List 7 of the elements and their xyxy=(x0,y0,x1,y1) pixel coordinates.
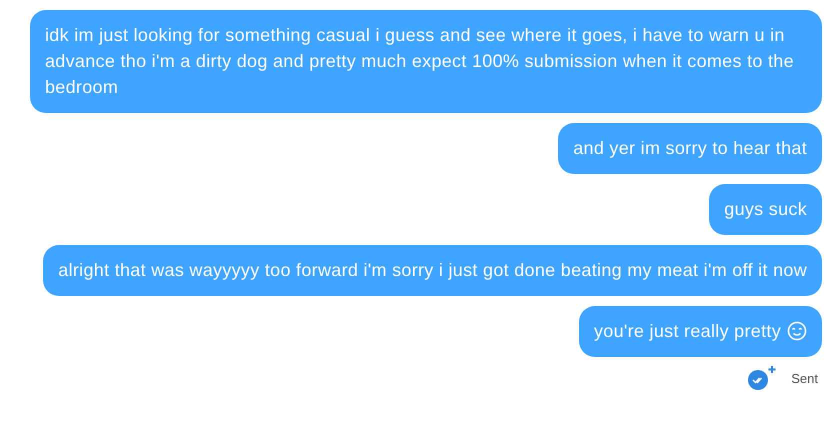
status-text: Sent xyxy=(791,370,818,386)
message-text: you're just really pretty xyxy=(594,320,781,343)
read-receipt-icon xyxy=(747,365,778,391)
message-text: idk im just looking for something casual i guess and see where it goes, i have to warn u in advance tho i'm a dirty dog and pretty much expect 100% submission when it comes to the bedroom xyxy=(45,24,795,99)
message-text: guys suck xyxy=(724,198,807,221)
message-text: alright that was wayyyyy too forward i'm sorry i just got done beating my meat i'm off it now xyxy=(58,259,807,282)
message-text: and yer im sorry to hear that xyxy=(573,137,807,160)
